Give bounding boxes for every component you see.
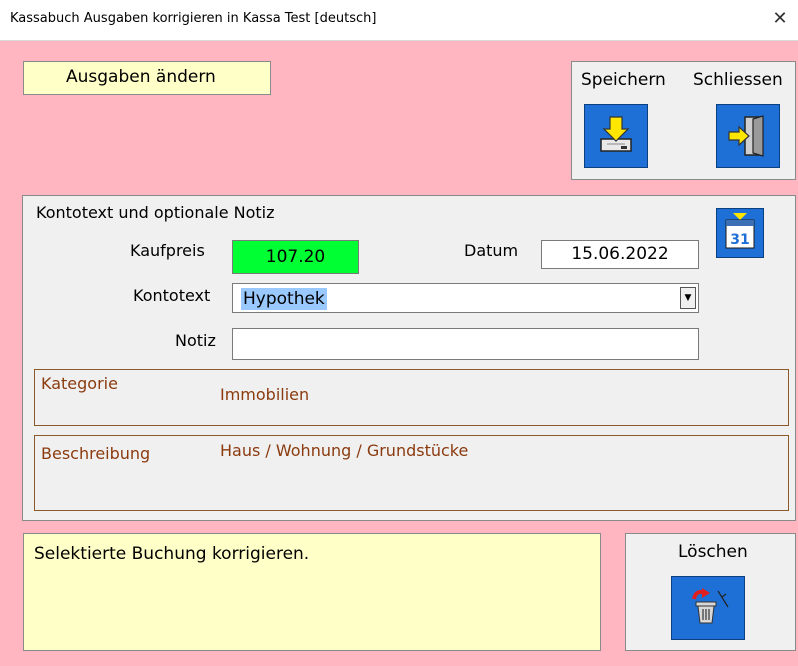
mode-label: Ausgaben ändern: [23, 61, 271, 95]
delete-button-panel: Löschen: [625, 533, 796, 651]
description-label: Beschreibung: [41, 444, 151, 463]
delete-button-label: Löschen: [678, 542, 748, 562]
save-button-label: Speichern: [581, 70, 666, 90]
save-tray-icon: [600, 116, 632, 152]
title-bar: Kassabuch Ausgaben korrigieren in Kassa …: [0, 0, 798, 41]
booking-form-panel: Kontotext und optionale Notiz Kaufpreis …: [22, 195, 796, 521]
status-box: Selektierte Buchung korrigieren.: [23, 533, 601, 651]
category-value: Immobilien: [220, 385, 310, 404]
description-box: Beschreibung Haus / Wohnung / Grundstück…: [34, 435, 789, 511]
date-field[interactable]: 15.06.2022: [541, 240, 699, 269]
exit-door-icon: [728, 115, 764, 157]
account-label: Kontotext: [133, 286, 211, 305]
status-message: Selektierte Buchung korrigieren.: [34, 544, 310, 564]
window-client-area: Ausgaben ändern Speichern Schliessen Kon…: [0, 41, 798, 666]
close-button-label: Schliessen: [693, 70, 783, 90]
close-icon[interactable]: ✕: [768, 7, 792, 31]
calendar-button[interactable]: 31: [716, 208, 764, 258]
section-title: Kontotext und optionale Notiz: [36, 203, 275, 222]
price-field[interactable]: 107.20: [232, 240, 359, 274]
note-field[interactable]: [232, 328, 699, 360]
action-button-panel: Speichern Schliessen: [571, 61, 796, 180]
delete-trash-icon: [692, 588, 729, 624]
description-value: Haus / Wohnung / Grundstücke: [220, 441, 469, 460]
save-button[interactable]: [584, 104, 648, 168]
account-selected-value: Hypothek: [241, 288, 327, 310]
category-box: Kategorie Immobilien: [34, 369, 789, 426]
calendar-icon: 31: [725, 213, 755, 249]
note-label: Notiz: [175, 331, 216, 350]
delete-button[interactable]: [671, 576, 745, 640]
close-button[interactable]: [716, 104, 780, 168]
date-label: Datum: [464, 241, 519, 260]
dropdown-arrow-icon[interactable]: ▼: [680, 287, 696, 309]
category-label: Kategorie: [41, 374, 118, 393]
price-label: Kaufpreis: [130, 241, 205, 260]
window-title: Kassabuch Ausgaben korrigieren in Kassa …: [10, 11, 377, 26]
account-combobox[interactable]: Hypothek ▼: [232, 283, 699, 313]
calendar-day: 31: [730, 232, 749, 248]
